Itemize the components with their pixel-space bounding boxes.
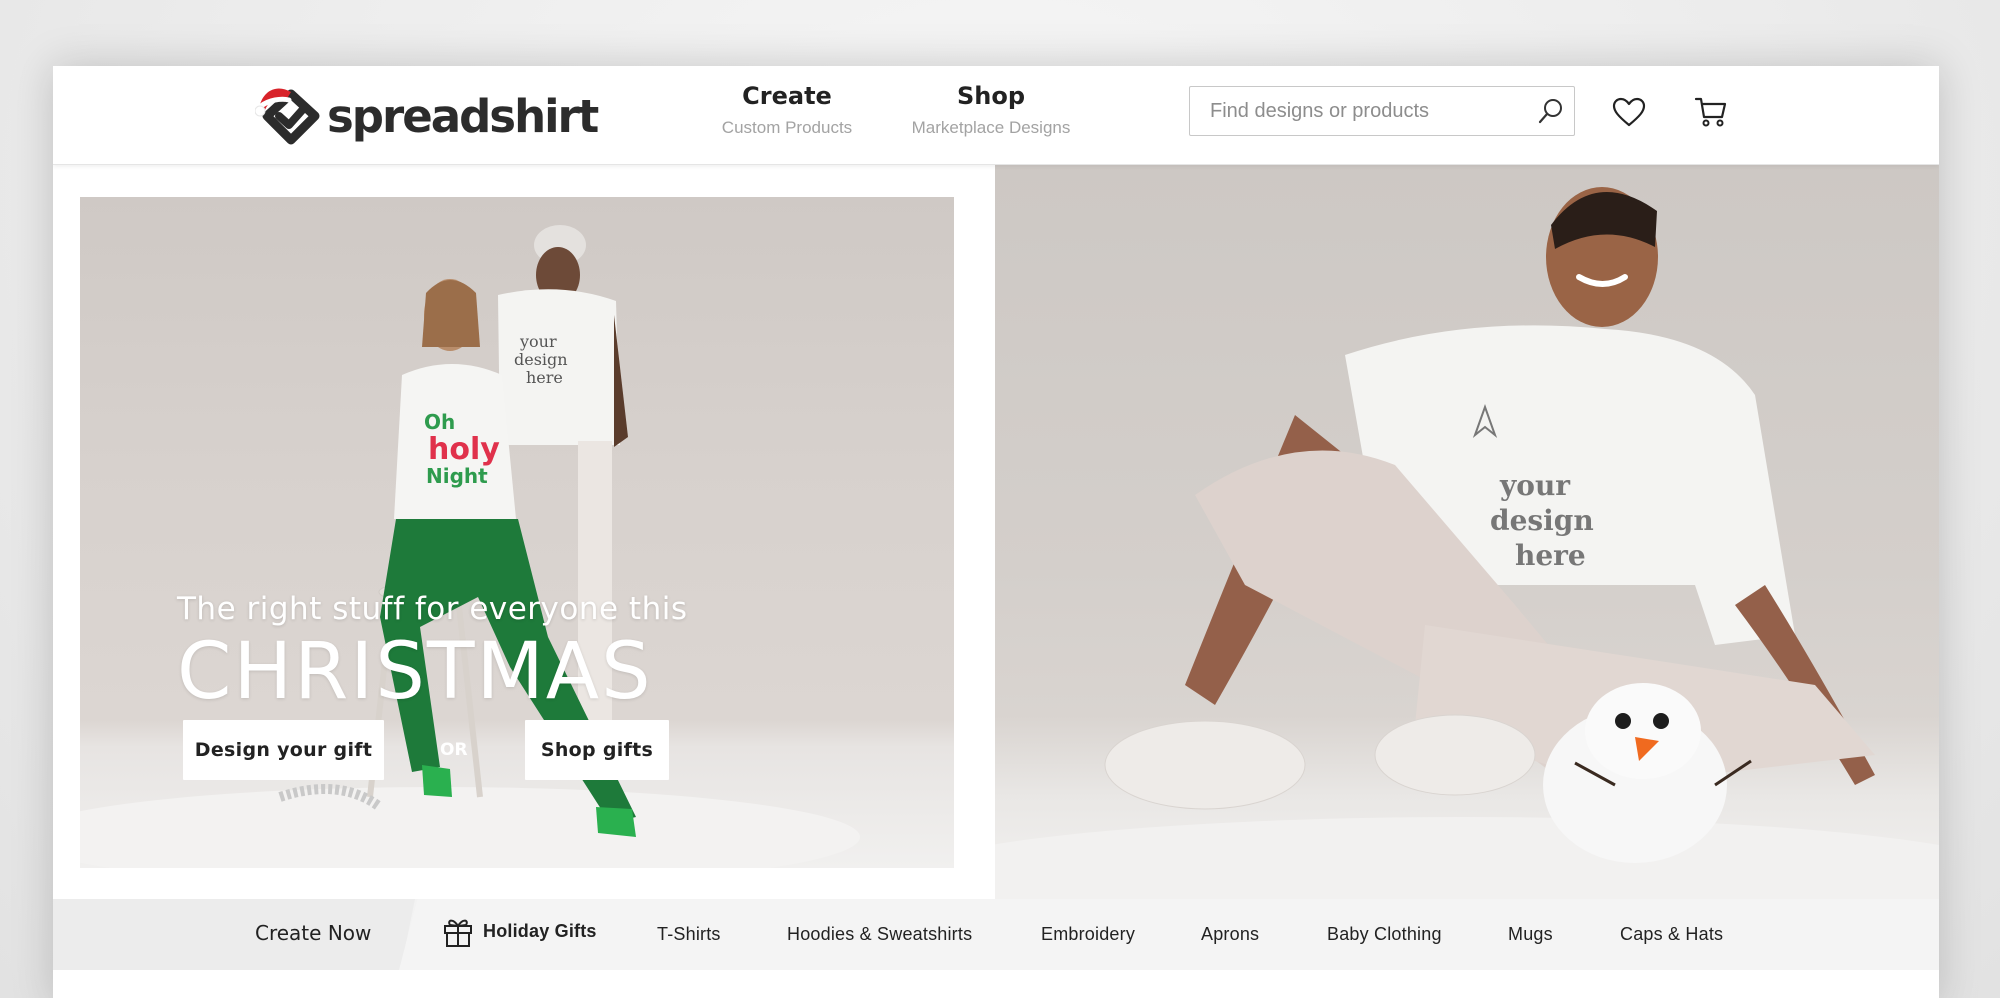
spreadshirt-logo[interactable]: spreadshirt [254,80,599,146]
or-label: OR [440,740,468,760]
site-header: spreadshirt Create Custom Products Shop … [53,66,1939,165]
svg-text:design: design [514,350,568,369]
svg-text:your: your [1499,469,1571,502]
search-box [1189,86,1575,136]
category-t-shirts[interactable]: T-Shirts [657,924,721,945]
category-label: Holiday Gifts [483,920,597,941]
search-button[interactable] [1528,87,1574,135]
logo-mark-icon [254,80,325,146]
logo-text: spreadshirt [327,89,599,143]
browser-page: spreadshirt Create Custom Products Shop … [53,66,1939,998]
svg-text:here: here [526,368,563,387]
nav-shop[interactable]: Shop Marketplace Designs [861,82,1121,138]
category-holiday-gifts[interactable]: Holiday Gifts [441,914,597,948]
hero-model-image: your design here [995,165,1939,899]
svg-text:holy: holy [428,432,500,467]
nav-shop-subtitle: Marketplace Designs [911,118,1071,137]
search-input[interactable] [1190,87,1528,135]
nav-shop-title: Shop [956,82,1026,110]
heart-icon [1612,97,1646,127]
category-bar: Create Now Holiday Gifts T-Shirts Hoodie… [53,899,1939,970]
gift-icon [444,919,472,947]
hero-headline-main: CHRISTMAS [177,627,653,717]
category-hoodies-sweatshirts[interactable]: Hoodies & Sweatshirts [787,924,972,945]
model-photo: your design here [995,187,1939,899]
hero-headline: The right stuff for everyone this CHRIST… [177,591,688,711]
wishlist-button[interactable] [1609,92,1649,132]
category-baby-clothing[interactable]: Baby Clothing [1327,924,1442,945]
svg-text:Oh: Oh [424,410,455,434]
svg-text:Night: Night [426,464,488,488]
hero-christmas-banner: your design here Oh holy Night The right… [80,197,954,868]
svg-text:your: your [519,332,557,351]
design-your-gift-button[interactable]: Design your gift [183,720,384,780]
category-aprons[interactable]: Aprons [1201,924,1259,945]
create-now-link[interactable]: Create Now [255,921,371,945]
cart-button[interactable] [1691,92,1731,132]
cart-icon [1694,97,1727,127]
category-mugs[interactable]: Mugs [1508,924,1553,945]
search-icon [1538,99,1562,124]
svg-text:design: design [1490,504,1594,537]
category-caps-hats[interactable]: Caps & Hats [1620,924,1723,945]
svg-text:here: here [1515,539,1586,572]
category-embroidery[interactable]: Embroidery [1041,924,1135,945]
shop-gifts-button[interactable]: Shop gifts [525,720,669,780]
hero-headline-sub: The right stuff for everyone this [177,591,688,627]
